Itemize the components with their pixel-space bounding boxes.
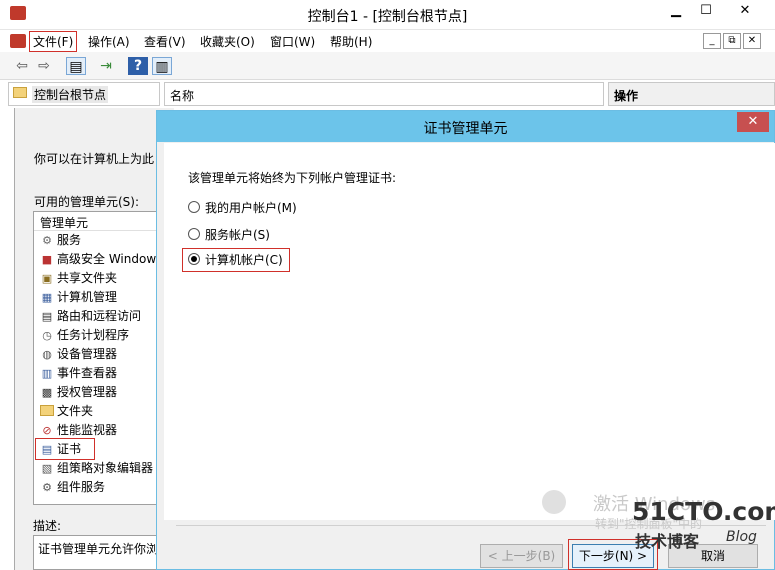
site-logo-subtitle: 技术博客	[635, 532, 700, 551]
performance-monitor-icon: ⊘	[42, 424, 52, 437]
description-text: 证书管理单元允许你浏	[38, 542, 159, 556]
wizard-title: 证书管理单元	[423, 121, 508, 137]
menu-file[interactable]: 文件(F)	[29, 31, 78, 52]
folder-icon	[40, 405, 54, 416]
option-label[interactable]: 服务帐户(S)	[205, 226, 270, 243]
available-snapins-label: 可用的管理单元(S):	[34, 195, 140, 209]
snapin-item[interactable]: 任务计划程序	[57, 326, 129, 345]
clock-icon: ◷	[42, 329, 52, 342]
tree-root-node[interactable]: 控制台根节点	[32, 86, 109, 103]
routing-icon: ▤	[41, 310, 53, 323]
snapin-item[interactable]: 授权管理器	[57, 383, 117, 402]
list-header	[164, 82, 604, 106]
menu-view[interactable]: 查看(V)	[144, 33, 186, 50]
firewall-icon: ■	[41, 253, 53, 266]
snapin-item[interactable]: 文件夹	[57, 402, 93, 421]
minimize-button[interactable]: ▁	[661, 0, 691, 22]
name-column-header[interactable]: 名称	[170, 87, 194, 104]
description-label: 描述:	[33, 519, 62, 533]
key-watermark-icon	[542, 490, 566, 514]
snapin-item[interactable]: 组件服务	[57, 478, 105, 497]
menu-help[interactable]: 帮助(H)	[330, 33, 372, 50]
site-logo-blog: Blog	[726, 529, 757, 545]
authorization-icon: ▩	[41, 386, 53, 399]
wizard-close-button[interactable]: ✕	[737, 112, 769, 132]
snapin-item[interactable]: 设备管理器	[57, 345, 117, 364]
menu-favorites[interactable]: 收藏夹(O)	[200, 33, 255, 50]
shared-folder-icon: ▣	[41, 272, 53, 285]
option-label[interactable]: 我的用户帐户(M)	[205, 199, 297, 216]
certificate-icon: ▤	[41, 443, 53, 456]
show-action-pane-icon[interactable]: ▥	[152, 57, 172, 75]
snapin-item[interactable]: 高级安全 Window	[57, 250, 156, 269]
site-logo: 51CTO.com	[632, 497, 775, 526]
child-minimize-button[interactable]: _	[703, 33, 721, 49]
menu-window[interactable]: 窗口(W)	[270, 33, 315, 50]
event-viewer-icon: ▥	[41, 367, 53, 380]
actions-title: 操作	[614, 89, 639, 103]
forward-arrow-icon[interactable]: ⇨	[34, 57, 54, 75]
child-restore-button[interactable]: ⧉	[723, 33, 741, 49]
snapin-column-header[interactable]: 管理单元	[40, 214, 88, 231]
account-prompt: 该管理单元将始终为下列帐户管理证书:	[188, 171, 397, 185]
computer-management-icon: ▦	[41, 291, 53, 304]
snapin-item[interactable]: 路由和远程访问	[57, 307, 141, 326]
snapin-item[interactable]: 计算机管理	[57, 288, 117, 307]
snapin-item-certificates[interactable]: 证书	[57, 440, 81, 459]
folder-icon	[13, 87, 27, 98]
gear-icon: ⚙	[42, 234, 52, 247]
snapin-item[interactable]: 服务	[57, 231, 81, 250]
export-list-icon[interactable]: ⇥	[96, 57, 116, 75]
radio-service-account[interactable]	[188, 228, 200, 240]
component-services-icon: ⚙	[42, 481, 52, 494]
group-policy-icon: ▧	[41, 462, 53, 475]
console-icon	[10, 34, 26, 48]
back-arrow-icon[interactable]: ⇦	[12, 57, 32, 75]
snapin-intro-text: 你可以在计算机上为此	[34, 152, 155, 166]
child-close-button[interactable]: ✕	[743, 33, 761, 49]
radio-computer-account[interactable]	[188, 253, 200, 265]
close-button[interactable]: ✕	[722, 0, 768, 22]
menu-action[interactable]: 操作(A)	[88, 33, 130, 50]
snapin-item[interactable]: 组策略对象编辑器	[57, 459, 153, 478]
back-button[interactable]: < 上一步(B)	[480, 544, 563, 568]
show-tree-icon[interactable]: ▤	[66, 57, 86, 75]
option-label[interactable]: 计算机帐户(C)	[205, 251, 283, 268]
snapin-item[interactable]: 共享文件夹	[57, 269, 117, 288]
radio-my-user-account[interactable]	[188, 201, 200, 213]
maximize-button[interactable]: ☐	[691, 0, 721, 22]
device-manager-icon: ◍	[42, 348, 52, 361]
toolbar	[0, 52, 775, 80]
help-icon[interactable]: ?	[128, 57, 148, 75]
snapin-item[interactable]: 事件查看器	[57, 364, 117, 383]
window-title: 控制台1 - [控制台根节点]	[307, 9, 468, 25]
